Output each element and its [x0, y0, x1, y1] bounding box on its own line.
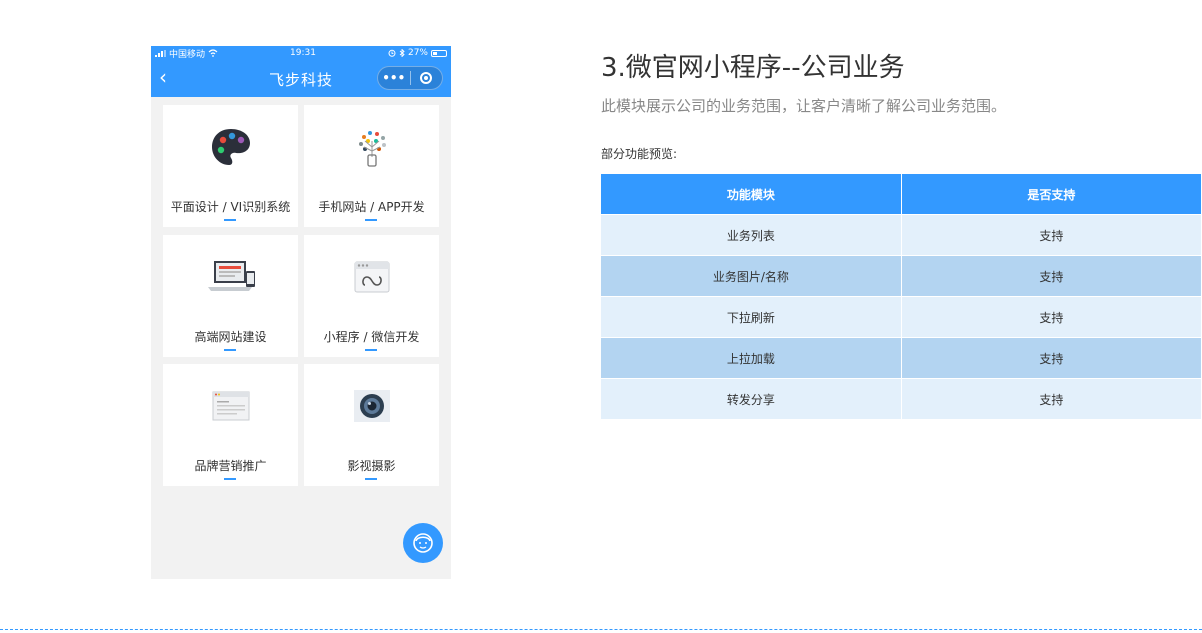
table-row: 转发分享 支持 — [601, 378, 1202, 419]
feature-table: 功能模块 是否支持 业务列表 支持 业务图片/名称 支持 下拉刷新 支持 上拉加… — [601, 174, 1202, 419]
table-row: 上拉加载 支持 — [601, 337, 1202, 379]
service-card-graphic-design[interactable]: 平面设计 / VI识别系统 — [163, 105, 298, 227]
wifi-icon — [208, 49, 218, 57]
section-divider — [0, 629, 1202, 630]
card-underline — [224, 349, 236, 351]
table-cell: 上拉加载 — [601, 337, 902, 379]
table-row: 业务图片/名称 支持 — [601, 255, 1202, 297]
table-cell: 业务图片/名称 — [601, 255, 902, 297]
table-row: 业务列表 支持 — [601, 214, 1202, 256]
clock-label: 19:31 — [290, 48, 316, 58]
service-card-label: 小程序 / 微信开发 — [323, 330, 420, 344]
table-cell: 支持 — [901, 255, 1202, 297]
table-cell: 支持 — [901, 337, 1202, 379]
service-card-photography[interactable]: 影视摄影 — [304, 364, 439, 486]
service-card-label: 影视摄影 — [347, 459, 396, 473]
carrier-label: 中国移动 — [169, 49, 206, 60]
service-card-website[interactable]: 高端网站建设 — [163, 235, 298, 357]
preview-label: 部分功能预览: — [601, 147, 678, 161]
section-heading: 3.微官网小程序--公司业务 — [601, 53, 905, 83]
table-cell: 支持 — [901, 214, 1202, 256]
alarm-icon — [388, 49, 396, 57]
service-card-label: 高端网站建设 — [194, 330, 267, 344]
table-cell: 下拉刷新 — [601, 296, 902, 338]
phone-mockup: 中国移动 19:31 27% ‹ 飞步科技 ••• 平面设计 / VI识别系统 … — [151, 46, 451, 579]
table-header: 是否支持 — [901, 174, 1202, 215]
idea-tree-icon — [358, 131, 386, 167]
menu-capsule: ••• — [377, 66, 443, 90]
table-header-row: 功能模块 是否支持 — [601, 174, 1202, 215]
target-icon — [420, 72, 433, 84]
customer-service-button[interactable] — [403, 523, 443, 563]
table-header: 功能模块 — [601, 174, 902, 215]
table-cell: 支持 — [901, 296, 1202, 338]
table-cell: 转发分享 — [601, 378, 902, 419]
more-icon[interactable]: ••• — [378, 67, 410, 89]
status-bar: 中国移动 19:31 27% — [151, 46, 451, 60]
service-card-label: 平面设计 / VI识别系统 — [170, 200, 291, 214]
devices-icon — [207, 261, 255, 291]
card-underline — [224, 219, 236, 221]
table-row: 下拉刷新 支持 — [601, 296, 1202, 338]
section-description: 此模块展示公司的业务范围，让客户清晰了解公司业务范围。 — [601, 97, 1007, 115]
table-cell: 业务列表 — [601, 214, 902, 256]
service-card-mini-program[interactable]: 小程序 / 微信开发 — [304, 235, 439, 357]
service-card-label: 手机网站 / APP开发 — [318, 200, 425, 214]
nav-bar: ‹ 飞步科技 ••• — [151, 60, 451, 97]
card-underline — [224, 478, 236, 480]
service-card-label: 品牌营销推广 — [194, 459, 267, 473]
browser-page-icon — [212, 391, 249, 421]
customer-service-icon — [413, 533, 433, 553]
bluetooth-icon — [399, 49, 405, 57]
battery-icon — [431, 49, 447, 57]
palette-icon — [211, 129, 250, 165]
mini-program-icon — [354, 261, 389, 293]
card-underline — [365, 349, 377, 351]
card-underline — [365, 478, 377, 480]
service-card-mobile-app[interactable]: 手机网站 / APP开发 — [304, 105, 439, 227]
signal-icon — [155, 49, 166, 57]
card-underline — [365, 219, 377, 221]
service-card-brand-marketing[interactable]: 品牌营销推广 — [163, 364, 298, 486]
battery-label: 27% — [407, 48, 428, 58]
camera-lens-icon — [353, 390, 390, 422]
close-program-button[interactable] — [410, 72, 442, 84]
table-cell: 支持 — [901, 378, 1202, 419]
